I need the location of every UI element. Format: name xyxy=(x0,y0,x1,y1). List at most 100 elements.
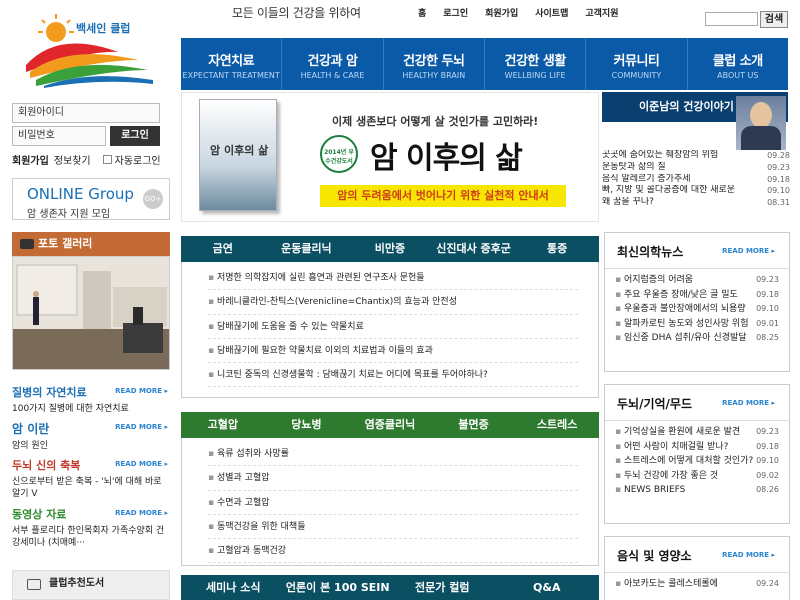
list-item[interactable]: 어지럼증의 어려움 09.23 xyxy=(615,273,779,288)
list-item[interactable]: 임신중 DHA 섭취/유아 신경발달 08.25 xyxy=(615,331,779,346)
nav-item-brain[interactable]: 건강한 두뇌 HEALTHY BRAIN xyxy=(384,38,485,90)
nav-sublabel: HEALTH & CARE xyxy=(300,71,365,80)
medical-news-box: 최신의학뉴스 READ MORE ▸ 어지럼증의 어려움09.23주요 우울증 … xyxy=(604,232,790,372)
tab-qna[interactable]: Q&A xyxy=(495,575,600,600)
list-item-title: 어지럼증의 어려움 xyxy=(615,273,693,288)
site-logo[interactable]: 백세인 클럽 xyxy=(18,10,168,88)
article-link[interactable]: 육류 섭취와 사망률 xyxy=(208,442,578,467)
main-nav: 자연치료 EXPECTANT TREATMENT 건강과 암 HEALTH & CA… xyxy=(181,38,788,90)
article-link[interactable]: 수면과 고혈압 xyxy=(208,491,578,515)
tab-obesity[interactable]: 비만증 xyxy=(348,236,432,262)
nav-item-community[interactable]: 커뮤니티 COMMUNITY xyxy=(586,38,688,90)
auto-login-checkbox[interactable] xyxy=(102,155,112,164)
article-link[interactable]: 바레니클라인-찬틱스(Verenicline=Chantix)의 효능과 안전성 xyxy=(208,290,578,315)
list-item[interactable]: 스트레스에 어떻게 대처할 것인가?09.10 xyxy=(615,454,779,469)
online-group-banner[interactable]: ONLINE Group 암 생존자 지원 모임 GO+ xyxy=(12,178,170,220)
story-natural-treatment[interactable]: 질병의 자연치료 READ MORE ▸ 100가지 질병에 대한 자연치료 xyxy=(12,384,172,415)
list-item[interactable]: 음식 알레르기 증가추세 09.18 xyxy=(602,174,790,186)
tab-diabetes[interactable]: 당뇨병 xyxy=(265,412,349,438)
article-link[interactable]: 담배끊기에 도움을 줄 수 있는 약물치료 xyxy=(208,315,578,339)
search-button[interactable]: 검색 xyxy=(760,11,788,28)
nav-item-life[interactable]: 건강한 생활 WELLBING LIFE xyxy=(485,38,587,90)
list-item-title: 기억상실을 환원에 새로운 발견 xyxy=(615,425,740,440)
signup-link[interactable]: 회원가입 xyxy=(485,6,518,19)
read-more-link[interactable]: READ MORE ▸ xyxy=(115,423,168,431)
logo-text: 백세인 클럽 xyxy=(76,22,131,35)
nav-sublabel: WELLBING LIFE xyxy=(504,71,566,80)
tabbar-hypertension: 고혈압 당뇨병 염증클리닉 불면증 스트레스 xyxy=(181,412,599,438)
story-video[interactable]: 동영상 자료 READ MORE ▸ 서부 플로리다 한인목회자 가족수양회 건… xyxy=(12,506,172,549)
tab-metabolic[interactable]: 신진대사 증후군 xyxy=(432,236,516,262)
list-item[interactable]: 빠, 지방 및 콜다공증에 대한 새로운 09.10 xyxy=(602,185,790,197)
login-link[interactable]: 로그인 xyxy=(443,6,468,19)
list-item[interactable]: NEWS BRIEFS 08.26 xyxy=(615,483,779,498)
gallery-photo[interactable] xyxy=(12,256,170,370)
nav-item-expectant[interactable]: 자연치료 EXPECTANT TREATMENT xyxy=(181,38,283,90)
id-field[interactable]: 회원아이디 xyxy=(12,103,160,123)
find-info-link[interactable]: 정보찾기 xyxy=(54,152,91,167)
online-subtitle: 암 생존자 지원 모임 xyxy=(27,209,111,220)
tab-press[interactable]: 언론이 본 100 SEIN xyxy=(286,575,391,600)
recommended-books[interactable]: 클럽추천도서 xyxy=(12,570,170,600)
read-more-link[interactable]: READ MORE ▸ xyxy=(722,247,775,255)
login-button[interactable]: 로그인 xyxy=(110,126,160,146)
list-item[interactable]: 우울증과 불안장애에서의 뇌용량 09.10 xyxy=(615,302,779,317)
medical-news-list: 어지럼증의 어려움 09.23 주요 우울증 장애/낮은 골 밀도 09.18 우울증과… xyxy=(605,269,789,346)
tab-inflammation[interactable]: 염증클리닉 xyxy=(348,412,432,438)
photo-gallery-header[interactable]: 포토 갤러리 xyxy=(12,232,170,256)
article-link[interactable]: 니코틴 중독의 신경생물학 : 담배끊기 치료는 어디에 목표를 두어야하나? xyxy=(208,363,578,388)
list-item-date: 09.18 xyxy=(767,174,790,184)
list-item[interactable]: 두뇌 건강에 가장 좋은 것 09.02 xyxy=(615,469,779,484)
book-cover-title: 암 이후의 삶 xyxy=(210,144,269,157)
books-title: 클럽추천도서 xyxy=(49,578,105,589)
book-cover: 암 이후의 삶 xyxy=(199,99,277,211)
article-link[interactable]: 성별과 고혈압 xyxy=(208,466,578,491)
nav-item-health[interactable]: 건강과 암 HEALTH & CARE xyxy=(282,38,384,90)
list-item-title: 빠, 지방 및 콜다공증에 대한 새로운 xyxy=(602,185,736,196)
read-more-link[interactable]: READ MORE ▸ xyxy=(722,551,775,559)
list-item[interactable]: 기억상실을 환원에 새로운 발견 09.23 xyxy=(615,425,779,440)
tab-insomnia[interactable]: 불면증 xyxy=(432,412,516,438)
smoking-panel: 저명한 의학잡지에 실린 흡연과 관련된 연구조사 문헌들바레니클라인-찬틱스(… xyxy=(181,262,599,398)
tab-smoking[interactable]: 금연 xyxy=(181,236,265,262)
nav-sublabel: ABOUT US xyxy=(717,71,759,80)
list-item[interactable]: 주요 우울증 장애/낮은 골 밀도 09.18 xyxy=(615,288,779,303)
read-more-link[interactable]: READ MORE ▸ xyxy=(722,399,775,407)
article-link[interactable]: 동맥건강을 위한 대책들 xyxy=(208,515,578,540)
list-item-title: 우울증과 불안장애에서의 뇌용량 xyxy=(615,302,746,317)
list-item[interactable]: 곳곳에 숨어있는 췌장암의 위험 09.28 xyxy=(602,150,790,162)
list-item-title: 주요 우울증 장애/낮은 골 밀도 xyxy=(615,288,738,303)
nav-label: 클럽 소개 xyxy=(712,54,763,69)
list-item[interactable]: 왜 꿈을 꾸나? 08.31 xyxy=(602,197,790,209)
password-field[interactable]: 비밀번호 xyxy=(12,126,106,146)
article-link[interactable]: 고혈압과 동맥건강 xyxy=(208,539,578,564)
nav-sublabel: EXPECTANT TREATMENT xyxy=(182,71,280,80)
list-item[interactable]: 알파카로틴 농도와 성인사망 위험 09.01 xyxy=(615,317,779,332)
article-link[interactable]: 담배끊기에 필요한 약물치료 이외의 치료법과 이들의 효과 xyxy=(208,339,578,364)
tab-stress[interactable]: 스트레스 xyxy=(515,412,599,438)
read-more-link[interactable]: READ MORE ▸ xyxy=(115,387,168,395)
nav-item-about[interactable]: 클럽 소개 ABOUT US xyxy=(688,38,788,90)
read-more-link[interactable]: READ MORE ▸ xyxy=(115,509,168,517)
story-cancer[interactable]: 암 이란 READ MORE ▸ 암의 원인 xyxy=(12,420,172,452)
tab-seminar[interactable]: 세미나 소식 xyxy=(181,575,286,600)
search-input[interactable] xyxy=(705,12,758,26)
article-link[interactable]: 저명한 의학잡지에 실린 흡연과 관련된 연구조사 문헌들 xyxy=(208,266,578,291)
sitemap-link[interactable]: 사이트맵 xyxy=(535,6,568,19)
auto-login-label: 자동로그인 xyxy=(114,156,161,167)
tab-columns[interactable]: 전문가 컬럼 xyxy=(390,575,495,600)
tab-pain[interactable]: 통증 xyxy=(515,236,599,262)
join-link[interactable]: 회원가입 xyxy=(12,152,49,167)
tab-hypertension[interactable]: 고혈압 xyxy=(181,412,265,438)
tab-exercise[interactable]: 운동클리닉 xyxy=(265,236,349,262)
list-item[interactable]: 아보카도는 콜레스테롤에 09.24 xyxy=(615,577,779,592)
go-button[interactable]: GO+ xyxy=(143,189,163,209)
support-link[interactable]: 고객지원 xyxy=(585,6,618,19)
read-more-link[interactable]: READ MORE ▸ xyxy=(115,460,168,468)
book-banner[interactable]: 암 이후의 삶 이제 생존보다 어떻게 살 것인가를 고민하라! 2014년 우… xyxy=(181,92,599,222)
list-item-date: 09.10 xyxy=(767,186,790,196)
home-link[interactable]: 홈 xyxy=(418,6,426,19)
list-item[interactable]: 어떤 사람이 치매걸릴 받나? 09.18 xyxy=(615,440,779,455)
list-item[interactable]: 운동탓과 삶의 질 09.23 xyxy=(602,162,790,174)
story-brain-blessing[interactable]: 두뇌 신의 축복 READ MORE ▸ 신으로부터 받은 축복 - '뇌'에 … xyxy=(12,457,172,500)
